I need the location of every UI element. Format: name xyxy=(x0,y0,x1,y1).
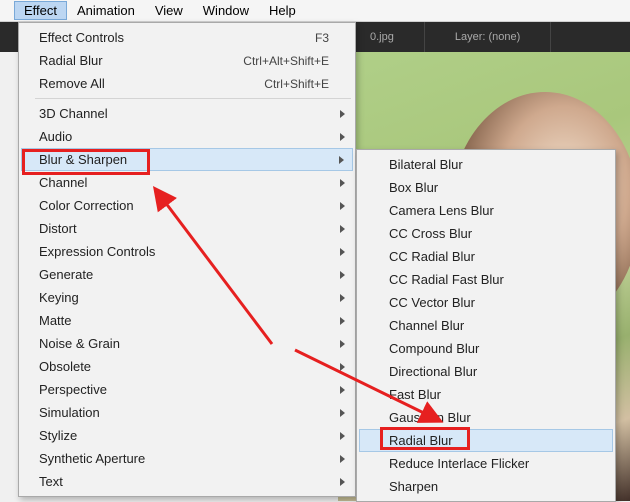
submenu-cc-vector-blur[interactable]: CC Vector Blur xyxy=(359,291,613,314)
menu-label: Synthetic Aperture xyxy=(39,451,343,466)
menubar-effect[interactable]: Effect xyxy=(14,1,67,20)
menu-label: Remove All xyxy=(39,76,264,91)
submenu-arrow-icon xyxy=(340,340,345,348)
menu-shortcut: F3 xyxy=(315,31,329,45)
menu-label: Effect Controls xyxy=(39,30,315,45)
menu-stylize[interactable]: Stylize xyxy=(21,424,353,447)
menu-generate[interactable]: Generate xyxy=(21,263,353,286)
submenu-arrow-icon xyxy=(340,202,345,210)
submenu-cc-radial-fast-blur[interactable]: CC Radial Fast Blur xyxy=(359,268,613,291)
menubar-window[interactable]: Window xyxy=(193,1,259,20)
submenu-gaussian-blur[interactable]: Gaussian Blur xyxy=(359,406,613,429)
menu-remove-all[interactable]: Remove All Ctrl+Shift+E xyxy=(21,72,353,95)
submenu-arrow-icon xyxy=(339,156,344,164)
submenu-sharpen[interactable]: Sharpen xyxy=(359,475,613,498)
menu-label: Channel xyxy=(39,175,343,190)
menu-last-effect[interactable]: Radial Blur Ctrl+Alt+Shift+E xyxy=(21,49,353,72)
menubar-view[interactable]: View xyxy=(145,1,193,20)
menu-label: Keying xyxy=(39,290,343,305)
submenu-arrow-icon xyxy=(340,271,345,279)
menu-shortcut: Ctrl+Alt+Shift+E xyxy=(243,54,329,68)
menu-synthetic-aperture[interactable]: Synthetic Aperture xyxy=(21,447,353,470)
menu-text[interactable]: Text xyxy=(21,470,353,493)
menu-label: Simulation xyxy=(39,405,343,420)
submenu-arrow-icon xyxy=(340,317,345,325)
menu-audio[interactable]: Audio xyxy=(21,125,353,148)
menu-label: Generate xyxy=(39,267,343,282)
menu-label: 3D Channel xyxy=(39,106,343,121)
submenu-channel-blur[interactable]: Channel Blur xyxy=(359,314,613,337)
submenu-arrow-icon xyxy=(340,478,345,486)
submenu-arrow-icon xyxy=(340,432,345,440)
submenu-arrow-icon xyxy=(340,110,345,118)
menu-blur-sharpen[interactable]: Blur & Sharpen xyxy=(21,148,353,171)
submenu-arrow-icon xyxy=(340,455,345,463)
menu-label: Radial Blur xyxy=(39,53,243,68)
blur-sharpen-submenu: Bilateral Blur Box Blur Camera Lens Blur… xyxy=(356,149,616,502)
menu-effect-controls[interactable]: Effect Controls F3 xyxy=(21,26,353,49)
menu-shortcut: Ctrl+Shift+E xyxy=(264,77,329,91)
submenu-arrow-icon xyxy=(340,225,345,233)
menu-noise-grain[interactable]: Noise & Grain xyxy=(21,332,353,355)
menubar-animation[interactable]: Animation xyxy=(67,1,145,20)
submenu-box-blur[interactable]: Box Blur xyxy=(359,176,613,199)
menu-label: Obsolete xyxy=(39,359,343,374)
layer-tab[interactable]: Layer: (none) xyxy=(425,22,551,52)
submenu-cc-cross-blur[interactable]: CC Cross Blur xyxy=(359,222,613,245)
submenu-arrow-icon xyxy=(340,179,345,187)
menu-label: Stylize xyxy=(39,428,343,443)
menu-perspective[interactable]: Perspective xyxy=(21,378,353,401)
menu-obsolete[interactable]: Obsolete xyxy=(21,355,353,378)
menu-simulation[interactable]: Simulation xyxy=(21,401,353,424)
menu-channel[interactable]: Channel xyxy=(21,171,353,194)
submenu-fast-blur[interactable]: Fast Blur xyxy=(359,383,613,406)
submenu-arrow-icon xyxy=(340,386,345,394)
menubar: Effect Animation View Window Help xyxy=(0,0,630,22)
submenu-reduce-interlace-flicker[interactable]: Reduce Interlace Flicker xyxy=(359,452,613,475)
menu-color-correction[interactable]: Color Correction xyxy=(21,194,353,217)
menu-label: Audio xyxy=(39,129,343,144)
submenu-cc-radial-blur[interactable]: CC Radial Blur xyxy=(359,245,613,268)
submenu-camera-lens-blur[interactable]: Camera Lens Blur xyxy=(359,199,613,222)
menu-distort[interactable]: Distort xyxy=(21,217,353,240)
menubar-help[interactable]: Help xyxy=(259,1,306,20)
submenu-arrow-icon xyxy=(340,133,345,141)
menu-separator xyxy=(35,98,351,99)
menu-label: Noise & Grain xyxy=(39,336,343,351)
submenu-radial-blur[interactable]: Radial Blur xyxy=(359,429,613,452)
submenu-arrow-icon xyxy=(340,409,345,417)
menu-label: Text xyxy=(39,474,343,489)
menu-label: Perspective xyxy=(39,382,343,397)
menu-3d-channel[interactable]: 3D Channel xyxy=(21,102,353,125)
menu-expression-controls[interactable]: Expression Controls xyxy=(21,240,353,263)
effect-menu: Effect Controls F3 Radial Blur Ctrl+Alt+… xyxy=(18,22,356,497)
menu-label: Color Correction xyxy=(39,198,343,213)
menu-label: Expression Controls xyxy=(39,244,343,259)
submenu-bilateral-blur[interactable]: Bilateral Blur xyxy=(359,153,613,176)
menu-label: Matte xyxy=(39,313,343,328)
submenu-arrow-icon xyxy=(340,248,345,256)
menu-label: Blur & Sharpen xyxy=(39,152,343,167)
menu-label: Distort xyxy=(39,221,343,236)
menu-keying[interactable]: Keying xyxy=(21,286,353,309)
submenu-compound-blur[interactable]: Compound Blur xyxy=(359,337,613,360)
menu-matte[interactable]: Matte xyxy=(21,309,353,332)
submenu-arrow-icon xyxy=(340,363,345,371)
submenu-directional-blur[interactable]: Directional Blur xyxy=(359,360,613,383)
submenu-arrow-icon xyxy=(340,294,345,302)
